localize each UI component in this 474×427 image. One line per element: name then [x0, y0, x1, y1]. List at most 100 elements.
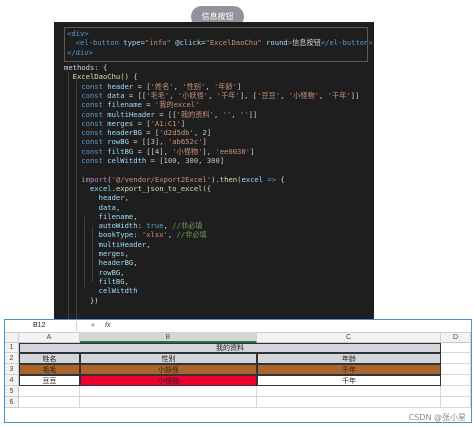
code-token: () {: [120, 72, 138, 82]
code-token: = [: [133, 118, 151, 128]
empty-cell[interactable]: [19, 397, 80, 408]
code-token: headerBG: [107, 128, 142, 138]
header-cell[interactable]: 姓名: [19, 353, 80, 364]
code-token: const: [64, 90, 108, 100]
code-line: const rowBG = [[3], 'ab652c']: [64, 137, 207, 146]
empty-cell[interactable]: [257, 386, 441, 397]
data-cell[interactable]: 千年: [257, 375, 441, 386]
code-token: filename: [107, 100, 142, 110]
code-token: ({: [202, 183, 212, 193]
name-box[interactable]: B12: [7, 321, 77, 331]
code-token: //非必填: [172, 221, 203, 231]
code-line: import('@/vendor/Export2Excel').then(exc…: [64, 174, 284, 184]
code-token: '@/vendor/Export2Excel': [111, 174, 212, 184]
watermark: CSDN @张小星: [408, 413, 466, 422]
code-token: 300: [206, 156, 220, 165]
code-token: 300: [185, 156, 199, 165]
code-line: const filename = '我的excel': [64, 100, 200, 110]
merged-title-cell[interactable]: 我的资料: [19, 343, 441, 353]
code-token: headerBG: [64, 258, 134, 268]
code-token: '': [222, 109, 232, 119]
code-token: ,: [163, 221, 173, 231]
code-token: filtBG: [64, 276, 125, 286]
code-token: = [: [133, 81, 151, 91]
code-token: //非必填: [176, 230, 207, 240]
zoom-icon[interactable]: ⌕: [91, 321, 95, 331]
code-token: ]: [180, 118, 186, 128]
empty-cell[interactable]: [441, 353, 471, 364]
code-token: ,: [124, 249, 129, 258]
code-token: header: [107, 81, 134, 91]
code-token: 100: [163, 156, 177, 165]
header-cell[interactable]: 年龄: [257, 353, 441, 364]
fx-icon[interactable]: fx: [105, 321, 110, 331]
code-token: '豆豆': [257, 90, 281, 100]
code-token: ,: [120, 267, 125, 277]
code-line: }): [64, 296, 99, 305]
empty-cell[interactable]: [441, 397, 471, 408]
empty-cell[interactable]: [19, 386, 80, 397]
code-token: :: [133, 230, 142, 240]
code-line: methods: {: [64, 63, 107, 72]
code-line: excel.export_json_to_excel({: [64, 184, 211, 193]
row-header-6[interactable]: 6: [5, 397, 19, 408]
code-line: const header = ['姓名', '性别', '年龄']: [64, 82, 241, 91]
code-line: rowBG,: [64, 268, 125, 277]
row-header-3[interactable]: 3: [5, 364, 19, 375]
empty-cell[interactable]: [80, 397, 257, 408]
code-token: const: [64, 146, 108, 156]
code-editor: <div> <el-button type="info" @click="Exc…: [54, 22, 374, 327]
empty-cell[interactable]: [441, 386, 471, 397]
data-cell[interactable]: 小妖怪: [80, 364, 257, 375]
code-token: ,: [173, 81, 183, 91]
code-token: const: [64, 128, 108, 138]
code-token: const: [64, 109, 108, 119]
header-cell[interactable]: 性别: [80, 353, 257, 364]
code-token: = [[: [154, 109, 177, 119]
row-header-5[interactable]: 5: [5, 386, 19, 397]
code-token: ],: [154, 137, 168, 147]
empty-cell[interactable]: [80, 386, 257, 397]
empty-cell[interactable]: [441, 375, 471, 386]
code-token: '毛毛': [146, 90, 170, 100]
indent-guide: [92, 227, 93, 282]
code-token: const: [64, 137, 108, 147]
row-header-1[interactable]: 1: [5, 343, 19, 353]
empty-cell[interactable]: [441, 364, 471, 375]
code-token: '我的excel': [154, 100, 200, 110]
code-token: '小怪物': [288, 90, 320, 100]
code-token: const: [64, 81, 108, 91]
code-token: ).: [211, 174, 220, 184]
code-token: merges: [64, 249, 125, 258]
code-token: ExcelDaoChu: [64, 72, 121, 82]
code-token: '千年': [216, 90, 240, 100]
column-header-c[interactable]: C: [257, 333, 441, 343]
code-token: ]: [202, 137, 207, 147]
code-token: '': [239, 109, 249, 119]
column-header-b[interactable]: B: [80, 333, 257, 343]
data-cell[interactable]: 毛毛: [19, 364, 80, 375]
row-header-4[interactable]: 4: [5, 375, 19, 386]
empty-cell[interactable]: [441, 343, 471, 353]
column-header-a[interactable]: A: [19, 333, 80, 343]
column-header-d[interactable]: D: [441, 333, 471, 343]
code-token: ,: [205, 81, 214, 91]
code-token: excel: [64, 183, 112, 193]
code-line: filtBG,: [64, 277, 129, 286]
code-token: '小妖怪': [177, 90, 209, 100]
select-all-corner[interactable]: [5, 333, 19, 343]
data-cell[interactable]: 小怪物: [80, 375, 257, 386]
data-cell[interactable]: 豆豆: [19, 375, 80, 386]
row-header-2[interactable]: 2: [5, 353, 19, 364]
code-token: = [: [146, 156, 164, 165]
code-token: ]: [236, 81, 242, 91]
code-line: const data = [['毛毛', '小妖怪', '千年'], ['豆豆'…: [64, 91, 359, 100]
code-token: import: [64, 174, 108, 184]
code-token: true: [146, 221, 164, 231]
code-token: ,: [208, 90, 217, 100]
code-token: ,: [133, 258, 138, 268]
code-token: ]: [250, 146, 255, 156]
empty-cell[interactable]: [257, 397, 441, 408]
code-token: excel: [241, 174, 264, 184]
data-cell[interactable]: 千年: [257, 364, 441, 375]
